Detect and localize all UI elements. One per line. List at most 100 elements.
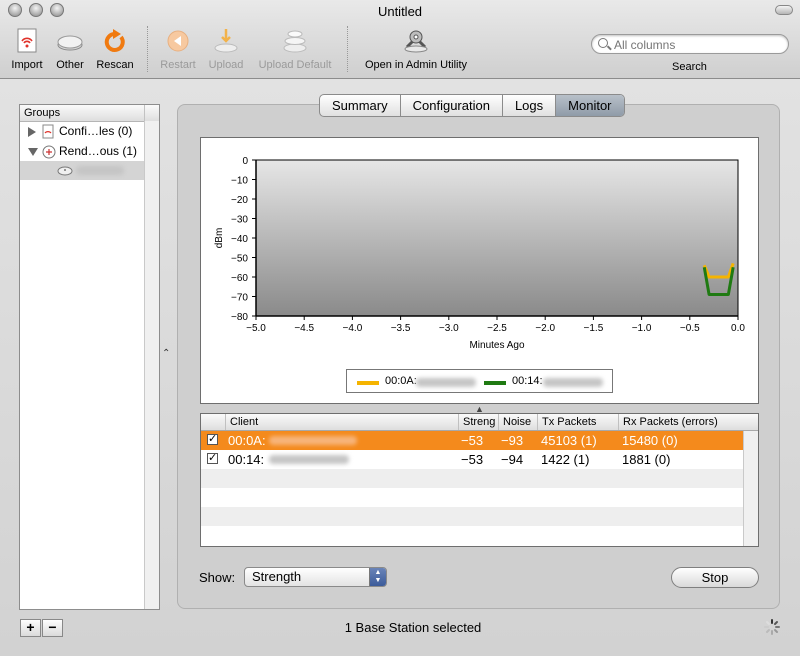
import-button[interactable]: Import (7, 27, 47, 71)
import-label: Import (11, 59, 43, 71)
restart-button[interactable]: Restart (156, 27, 200, 71)
y-tick-label: −60 (231, 273, 248, 284)
tab-bar: Summary Configuration Logs Monitor (319, 94, 625, 117)
search-field[interactable] (591, 34, 789, 54)
rescan-icon (104, 29, 125, 52)
rx-cell: 1881 (0) (622, 452, 671, 467)
strength-cell: −53 (461, 433, 484, 448)
x-tick-label: −1.0 (632, 323, 652, 334)
x-tick-label: −1.5 (584, 323, 604, 334)
y-tick-label: −10 (231, 176, 248, 187)
y-tick-label: 0 (242, 156, 248, 167)
upload-button[interactable]: Upload (205, 27, 247, 71)
upload-default-label: Upload Default (258, 59, 332, 71)
legend-swatch-series2 (484, 381, 506, 385)
y-tick-label: −30 (231, 215, 248, 226)
y-tick-label: −80 (231, 312, 248, 323)
x-tick-label: −5.0 (246, 323, 266, 334)
toolbar-separator (347, 26, 348, 72)
strength-cell: −53 (461, 452, 484, 467)
tab-summary[interactable]: Summary (320, 95, 401, 116)
tx-cell: 45103 (1) (541, 433, 597, 448)
column-header-strength[interactable]: Streng (458, 414, 498, 430)
x-axis-label: Minutes Ago (469, 340, 524, 351)
redacted-mac (269, 455, 349, 464)
base-station-icon (57, 35, 83, 51)
header-end-cell (144, 105, 159, 121)
other-label: Other (56, 59, 84, 71)
group-item-configured[interactable]: Confi…les (0) (20, 122, 146, 141)
upload-default-icon (283, 30, 307, 53)
rescan-label: Rescan (96, 59, 134, 71)
x-tick-label: 0.0 (731, 323, 745, 334)
window-title: Untitled (377, 4, 423, 19)
document-icon (42, 124, 54, 139)
show-label: Show: (199, 570, 236, 585)
redacted-mac (416, 378, 476, 387)
column-header-check[interactable] (201, 414, 225, 430)
groups-list: Groups Confi…les (0) Rend…ous (1) (19, 104, 160, 610)
x-tick-label: −2.0 (535, 323, 555, 334)
base-station-icon (57, 166, 73, 176)
column-header-rx[interactable]: Rx Packets (errors) (618, 414, 758, 430)
y-tick-label: −20 (231, 195, 248, 206)
stop-button[interactable]: Stop (671, 567, 759, 588)
y-tick-label: −50 (231, 254, 248, 265)
show-popup-button[interactable]: Strength ▲ ▼ (244, 567, 387, 587)
upload-icon (214, 29, 238, 53)
other-button[interactable]: Other (52, 27, 88, 71)
restart-icon (167, 30, 189, 52)
client-mac: 00:14: (228, 452, 265, 467)
disclosure-triangle-collapsed-icon[interactable] (28, 127, 36, 137)
column-header-client[interactable]: Client (225, 414, 458, 430)
import-icon (17, 28, 37, 53)
row-checkbox[interactable]: ✓ (207, 453, 218, 464)
table-row-empty (201, 488, 744, 507)
show-popup-value: Strength (252, 569, 302, 584)
y-tick-label: −70 (231, 293, 248, 304)
upload-default-button[interactable]: Upload Default (253, 27, 337, 71)
column-header-tx[interactable]: Tx Packets (537, 414, 618, 430)
table-row-empty (201, 469, 744, 488)
sidebar-scrollbar[interactable] (144, 121, 159, 609)
plot-area (255, 159, 739, 317)
rescan-button[interactable]: Rescan (95, 27, 135, 71)
group-item-rendezvous[interactable]: Rend…ous (1) (20, 142, 146, 161)
table-row[interactable]: ✓ 00:0A: −53 −93 45103 (1) 15480 (0) (201, 431, 744, 450)
disclosure-triangle-expanded-icon[interactable] (28, 148, 38, 156)
redacted-name (76, 166, 124, 175)
client-mac: 00:0A: (228, 433, 266, 448)
group-item-label: Rend…ous (1) (59, 144, 138, 158)
tx-cell: 1422 (1) (541, 452, 590, 467)
app-window: Untitled Import Other Rescan Restart Upl… (0, 0, 800, 656)
toolbar: Untitled Import Other Rescan Restart Upl… (0, 0, 800, 79)
admin-utility-label: Open in Admin Utility (364, 59, 468, 71)
rx-cell: 15480 (0) (622, 433, 678, 448)
y-tick-label: −40 (231, 234, 248, 245)
table-row[interactable]: ✓ 00:14: −53 −94 1422 (1) 1881 (0) (201, 450, 744, 469)
column-header-noise[interactable]: Noise (498, 414, 537, 430)
tab-monitor[interactable]: Monitor (556, 95, 624, 116)
base-station-item[interactable] (20, 161, 146, 180)
tab-logs[interactable]: Logs (503, 95, 557, 116)
tab-configuration[interactable]: Configuration (401, 95, 503, 116)
toolbar-toggle-button[interactable] (775, 5, 793, 15)
groups-header-label: Groups (24, 107, 61, 119)
x-tick-label: −3.0 (439, 323, 459, 334)
table-row-empty (201, 507, 744, 526)
y-axis-label: dBm (214, 228, 225, 249)
row-checkbox[interactable]: ✓ (207, 434, 218, 445)
popup-arrows-icon: ▲ ▼ (369, 568, 386, 586)
noise-cell: −94 (501, 452, 524, 467)
table-scrollbar[interactable] (743, 431, 758, 546)
redacted-mac (269, 436, 357, 445)
rendezvous-icon (42, 145, 56, 159)
signal-chart: 0 −10 −20 −30 −40 −50 −60 −70 −80−5.0 −4.5 −4.0 −3.… (214, 156, 745, 351)
x-tick-label: −2.5 (487, 323, 507, 334)
split-view-handle[interactable]: ⌃ (162, 348, 170, 359)
status-text: 1 Base Station selected (344, 620, 482, 635)
groups-header[interactable]: Groups (20, 105, 159, 122)
open-admin-utility-button[interactable]: Open in Admin Utility (356, 27, 476, 71)
redacted-mac (543, 378, 603, 387)
search-input[interactable] (612, 36, 786, 54)
